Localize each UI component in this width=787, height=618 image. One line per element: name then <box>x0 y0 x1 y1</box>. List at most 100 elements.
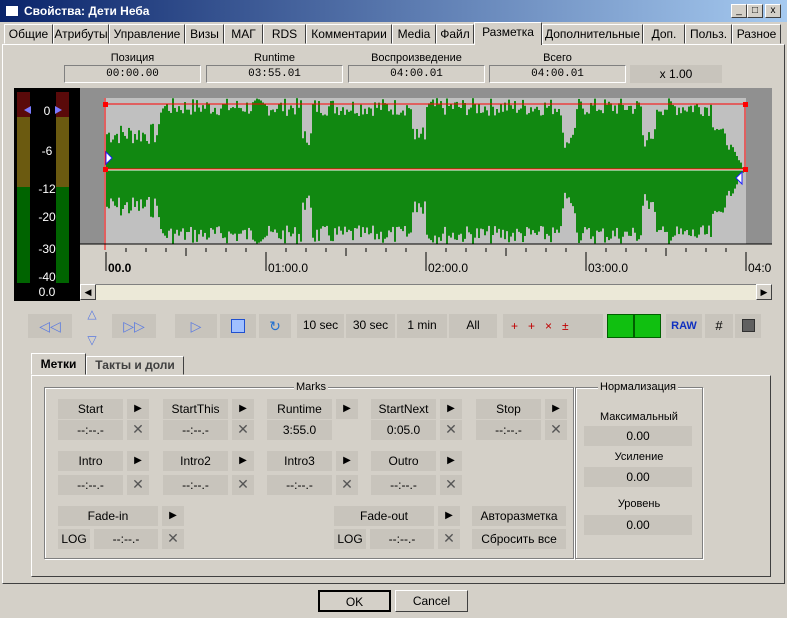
fadein-value[interactable]: --:--.- <box>94 529 158 549</box>
startthis-clear-icon[interactable]: ✕ <box>232 420 254 440</box>
intro-arrow-icon[interactable]: ▶ <box>127 451 149 471</box>
spectrum-mark-icon[interactable] <box>634 314 661 338</box>
tab-11[interactable]: Доп. <box>643 24 685 44</box>
intro2-clear-icon[interactable]: ✕ <box>232 475 254 495</box>
startnext-label[interactable]: StartNext <box>371 399 436 419</box>
save-button[interactable] <box>735 314 761 338</box>
fadeout-value[interactable]: --:--.- <box>370 529 434 549</box>
loop-icon[interactable]: ↻ <box>259 314 291 338</box>
tab-6[interactable]: Комментарии <box>306 24 392 44</box>
close-button[interactable]: x <box>765 4 781 18</box>
fadeout-label[interactable]: Fade-out <box>334 506 434 526</box>
waveform-bar <box>666 109 668 232</box>
grid-icon[interactable]: # <box>705 314 733 338</box>
tab-marks[interactable]: Метки <box>31 353 86 375</box>
outro-arrow-icon[interactable]: ▶ <box>440 451 462 471</box>
outro-value[interactable]: --:--.- <box>371 475 436 495</box>
timeline-scrollbar[interactable] <box>80 284 772 300</box>
down-button[interactable]: ▽ <box>75 330 109 350</box>
zoom-all-button[interactable]: All <box>449 314 497 338</box>
waveform-view[interactable]: 00.0 01:00.0 02:00.0 03:00.0 04:0 <box>80 88 772 284</box>
startthis-arrow-icon[interactable]: ▶ <box>232 399 254 419</box>
intro2-value[interactable]: --:--.- <box>163 475 228 495</box>
outro-label[interactable]: Outro <box>371 451 436 471</box>
start-label[interactable]: Start <box>58 399 123 419</box>
intro-label[interactable]: Intro <box>58 451 123 471</box>
play-button[interactable]: ▷ <box>175 314 217 338</box>
raw-button[interactable]: RAW <box>666 314 702 338</box>
zoom-30sec-button[interactable]: 30 sec <box>346 314 395 338</box>
reset-all-button[interactable]: Сбросить все <box>472 529 566 549</box>
marker-tools[interactable]: ++×± <box>503 314 603 338</box>
stop-arrow-icon[interactable]: ▶ <box>545 399 567 419</box>
fadeout-arrow-icon[interactable]: ▶ <box>438 506 460 526</box>
waveform-bar <box>656 109 658 232</box>
intro3-arrow-icon[interactable]: ▶ <box>336 451 358 471</box>
stop-value[interactable]: --:--.- <box>476 420 541 440</box>
tab-2[interactable]: Управление <box>109 24 185 44</box>
intro2-label[interactable]: Intro2 <box>163 451 228 471</box>
zoom-10sec-button[interactable]: 10 sec <box>297 314 344 338</box>
marker-tool-icon[interactable]: ± <box>562 319 579 333</box>
tab-8[interactable]: Файл <box>436 24 474 44</box>
startthis-value[interactable]: --:--.- <box>163 420 228 440</box>
start-value[interactable]: --:--.- <box>58 420 123 440</box>
marker-tool-icon[interactable]: + <box>528 319 545 333</box>
level-value[interactable]: 0.00 <box>584 515 692 535</box>
tab-10[interactable]: Дополнительные <box>542 24 643 44</box>
tab-0[interactable]: Общие <box>4 24 53 44</box>
startthis-label[interactable]: StartThis <box>163 399 228 419</box>
runtime-value[interactable]: 3:55.0 <box>267 420 332 440</box>
tab-1[interactable]: Атрибуты <box>53 24 109 44</box>
waveform-bar <box>370 108 372 234</box>
tab-7[interactable]: Media <box>392 24 436 44</box>
max-value[interactable]: 0.00 <box>584 426 692 446</box>
intro-value[interactable]: --:--.- <box>58 475 123 495</box>
startnext-arrow-icon[interactable]: ▶ <box>440 399 462 419</box>
up-button[interactable]: △ <box>75 304 109 324</box>
fadeout-mode[interactable]: LOG <box>334 529 366 549</box>
start-clear-icon[interactable]: ✕ <box>127 420 149 440</box>
tab-13[interactable]: Разное <box>732 24 781 44</box>
intro3-clear-icon[interactable]: ✕ <box>336 475 358 495</box>
zoom-1min-button[interactable]: 1 min <box>397 314 447 338</box>
scroll-left-button[interactable]: ◀ <box>80 284 96 300</box>
forward-button[interactable]: ▷▷ <box>112 314 156 338</box>
tab-12[interactable]: Польз. <box>685 24 732 44</box>
automark-button[interactable]: Авторазметка <box>472 506 566 526</box>
fadein-mode[interactable]: LOG <box>58 529 90 549</box>
gain-value[interactable]: 0.00 <box>584 467 692 487</box>
fadein-clear-icon[interactable]: ✕ <box>162 529 184 549</box>
tab-beats[interactable]: Такты и доли <box>86 356 184 375</box>
maximize-button[interactable]: □ <box>747 4 763 18</box>
intro3-label[interactable]: Intro3 <box>267 451 332 471</box>
tab-3[interactable]: Визы <box>185 24 224 44</box>
minimize-button[interactable]: _ <box>731 4 747 18</box>
cancel-button[interactable]: Cancel <box>395 590 468 612</box>
runtime-arrow-icon[interactable]: ▶ <box>336 399 358 419</box>
spectrum-icon[interactable] <box>607 314 634 338</box>
tab-5[interactable]: RDS <box>263 24 306 44</box>
tab-4[interactable]: МАГ <box>224 24 263 44</box>
outro-clear-icon[interactable]: ✕ <box>440 475 462 495</box>
runtime-label[interactable]: Runtime <box>267 399 332 419</box>
startnext-clear-icon[interactable]: ✕ <box>440 420 462 440</box>
rewind-button[interactable]: ◁◁ <box>28 314 72 338</box>
tab-9[interactable]: Разметка <box>474 22 542 45</box>
intro3-value[interactable]: --:--.- <box>267 475 332 495</box>
stop-clear-icon[interactable]: ✕ <box>545 420 567 440</box>
stop-label[interactable]: Stop <box>476 399 541 419</box>
intro-clear-icon[interactable]: ✕ <box>127 475 149 495</box>
ok-button[interactable]: OK <box>318 590 391 612</box>
scroll-right-button[interactable]: ▶ <box>756 284 772 300</box>
fadein-arrow-icon[interactable]: ▶ <box>162 506 184 526</box>
marker-tool-icon[interactable]: + <box>511 319 528 333</box>
startnext-value[interactable]: 0:05.0 <box>371 420 436 440</box>
marker-tool-icon[interactable]: × <box>545 319 562 333</box>
waveform-bar <box>522 99 524 243</box>
fadein-label[interactable]: Fade-in <box>58 506 158 526</box>
stop-button[interactable] <box>220 314 256 338</box>
fadeout-clear-icon[interactable]: ✕ <box>438 529 460 549</box>
start-arrow-icon[interactable]: ▶ <box>127 399 149 419</box>
intro2-arrow-icon[interactable]: ▶ <box>232 451 254 471</box>
